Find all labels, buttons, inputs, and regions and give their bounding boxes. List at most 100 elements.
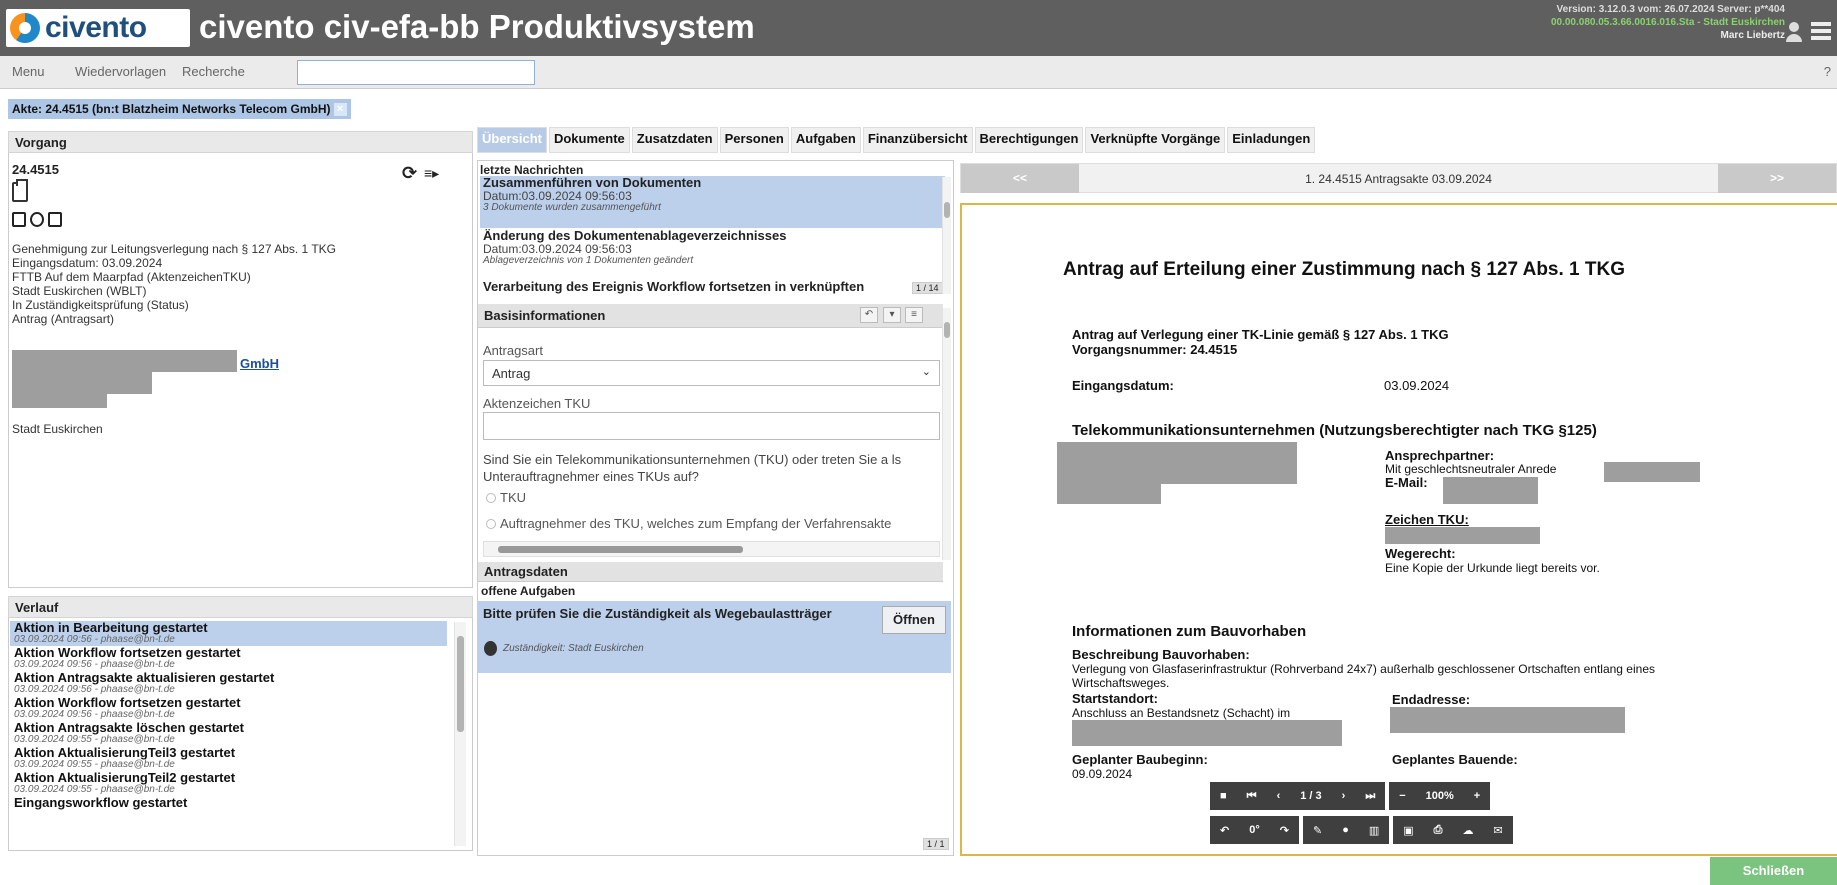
open-task-button[interactable]: Öffnen: [882, 606, 946, 634]
edit-icon[interactable]: ✎: [1303, 824, 1332, 837]
delete-icon[interactable]: ▥: [1359, 824, 1389, 837]
print-icon[interactable]: ⎙: [1424, 824, 1453, 837]
app-title: civento civ-efa-bb Produktivsystem: [199, 8, 755, 45]
list-item[interactable]: Aktion Antragsakte aktualisieren gestart…: [10, 671, 447, 696]
hamburger-menu-icon[interactable]: [1811, 22, 1831, 44]
list-item[interactable]: Aktion Workflow fortsetzen gestartet 03.0…: [10, 696, 447, 721]
tab-berechtigungen[interactable]: Berechtigungen: [974, 127, 1084, 153]
list-item[interactable]: Aktion AktualisierungTeil3 gestartet 03.0…: [10, 746, 447, 771]
scroll-thumb[interactable]: [944, 322, 950, 338]
user-icon[interactable]: [1785, 22, 1803, 44]
item-title: Aktion AktualisierungTeil2 gestartet: [14, 770, 236, 785]
radio-icon[interactable]: [486, 492, 496, 503]
rotate-left-icon[interactable]: ↶: [1210, 824, 1239, 837]
refresh-icon[interactable]: ⟳: [402, 163, 417, 184]
document-icon[interactable]: [48, 212, 62, 227]
eingang-value: 03.09.2024: [1384, 378, 1450, 393]
location-pin-icon: [484, 641, 497, 656]
undo-icon[interactable]: ↶: [860, 307, 878, 323]
message-item[interactable]: Verarbeitung des Ereignis Workflow forts…: [480, 280, 945, 296]
main-toolbar: Menu Wiedervorlagen Recherche ?: [0, 56, 1837, 89]
zoom-in-icon[interactable]: +: [1464, 790, 1490, 802]
vorgang-details: Genehmigung zur Leitungsverlegung nach §…: [12, 242, 336, 326]
close-tab-icon[interactable]: ×: [333, 102, 347, 116]
scroll-thumb[interactable]: [457, 636, 464, 732]
company-link[interactable]: GmbH: [240, 356, 279, 371]
beginn-label: Geplanter Baubeginn:: [1072, 752, 1208, 767]
stamp-icon[interactable]: ●: [1332, 824, 1359, 836]
message-item[interactable]: Änderung des Dokumentenablageverzeichnis…: [480, 229, 945, 279]
save-icon[interactable]: ▣: [1393, 824, 1423, 837]
globe-icon[interactable]: [30, 212, 44, 227]
antragsart-select[interactable]: Antrag ⌄: [483, 360, 940, 386]
sidebar-toggle-icon[interactable]: ■: [1210, 790, 1237, 802]
radio-icon[interactable]: [486, 518, 496, 529]
list-item[interactable]: Aktion in Bearbeitung gestartet 03.09.202…: [10, 621, 447, 646]
pdf-viewer: Antrag auf Erteilung einer Zustimmung na…: [960, 203, 1837, 856]
help-icon[interactable]: ?: [1824, 64, 1831, 79]
first-page-icon[interactable]: ⏮: [1237, 790, 1267, 803]
tab-uebersicht[interactable]: Übersicht: [477, 127, 547, 153]
email-label: E-Mail:: [1385, 475, 1428, 490]
bau-heading: Informationen zum Bauvorhaben: [1072, 623, 1307, 640]
rotate-right-icon[interactable]: ↷: [1270, 824, 1299, 837]
tab-einladungen[interactable]: Einladungen: [1227, 127, 1316, 153]
message-item[interactable]: Zusammenführen von Dokumenten Datum:03.0…: [480, 176, 945, 228]
lock-icon[interactable]: [12, 212, 26, 227]
aktenzeichen-input[interactable]: [483, 412, 940, 440]
item-title: Aktion in Bearbeitung gestartet: [14, 621, 208, 635]
recherche-button[interactable]: Recherche: [182, 64, 245, 79]
upload-icon[interactable]: ☁: [1452, 824, 1483, 837]
ende-label: Geplantes Bauende:: [1392, 752, 1518, 767]
search-input[interactable]: [297, 60, 535, 85]
radio-tku[interactable]: TKU: [486, 490, 526, 505]
rotation-value[interactable]: 0°: [1239, 824, 1270, 836]
list-item[interactable]: Eingangsworkflow gestartet: [10, 796, 447, 821]
page-indicator[interactable]: 1 / 3: [1290, 790, 1331, 802]
expand-all-icon[interactable]: ≡: [905, 307, 923, 323]
task-item[interactable]: Bitte prüfen Sie die Zuständigkeit als W…: [478, 601, 951, 673]
collapse-icon[interactable]: ▾: [883, 307, 901, 323]
form-scrollbar[interactable]: [942, 308, 951, 560]
akte-tab-label: Akte: 24.4515 (bn:t Blatzheim Networks T…: [12, 102, 331, 116]
list-item[interactable]: Aktion Workflow fortsetzen gestartet 03.0…: [10, 646, 447, 671]
next-document-button[interactable]: >>: [1718, 164, 1836, 193]
zoom-group: − 100% +: [1389, 782, 1491, 810]
wiedervorlagen-button[interactable]: Wiedervorlagen: [75, 64, 166, 79]
antragsart-label: Antragsart: [483, 343, 543, 358]
tab-finanzuebersicht[interactable]: Finanzübersicht: [862, 127, 973, 153]
doc-sub1: Antrag auf Verlegung einer TK-Linie gemä…: [1072, 327, 1449, 342]
list-item[interactable]: Aktion AktualisierungTeil2 gestartet 03.0…: [10, 771, 447, 796]
detail-line: Antrag (Antragsart): [12, 312, 115, 326]
tasks-pagination: 1 / 1: [923, 838, 949, 850]
vorgang-menu-icon[interactable]: ≡▸: [424, 165, 439, 182]
list-item[interactable]: Aktion Antragsakte löschen gestartet 03.0…: [10, 721, 447, 746]
messages-scrollbar[interactable]: [942, 177, 951, 294]
scroll-thumb[interactable]: [944, 202, 950, 218]
tab-verknuepfte-vorgaenge[interactable]: Verknüpfte Vorgänge: [1085, 127, 1226, 153]
close-button[interactable]: Schließen: [1710, 857, 1837, 885]
zoom-out-icon[interactable]: −: [1389, 790, 1415, 802]
last-page-icon[interactable]: ⏭: [1355, 790, 1385, 803]
tab-personen[interactable]: Personen: [719, 127, 789, 153]
next-page-icon[interactable]: ›: [1332, 790, 1356, 802]
tab-aufgaben[interactable]: Aufgaben: [790, 127, 861, 153]
menu-button[interactable]: Menu: [12, 64, 45, 79]
zoom-level[interactable]: 100%: [1416, 790, 1464, 802]
radio-auftragnehmer[interactable]: Auftragnehmer des TKU, welches zum Empfa…: [486, 516, 891, 531]
vorgang-number: 24.4515: [12, 162, 59, 177]
aufgaben-title: offene Aufgaben: [481, 584, 576, 598]
scroll-thumb[interactable]: [498, 546, 743, 553]
clipboard-icon[interactable]: [12, 179, 28, 202]
tab-zusatzdaten[interactable]: Zusatzdaten: [631, 127, 718, 153]
verlauf-scrollbar[interactable]: [454, 622, 466, 846]
document-tab-bar: Akte: 24.4515 (bn:t Blatzheim Networks T…: [0, 89, 1837, 124]
mail-icon[interactable]: ✉: [1483, 824, 1512, 837]
session-line: 00.00.080.05.3.66.0016.016.Sta - Stadt E…: [1550, 17, 1785, 28]
redacted-block: [1072, 720, 1342, 746]
akte-tab[interactable]: Akte: 24.4515 (bn:t Blatzheim Networks T…: [8, 99, 351, 119]
tku-heading: Telekommunikationsunternehmen (Nutzungsb…: [1072, 422, 1597, 439]
form-horizontal-scrollbar[interactable]: [483, 541, 940, 557]
tab-dokumente[interactable]: Dokumente: [548, 127, 630, 153]
previous-page-icon[interactable]: ‹: [1267, 790, 1291, 802]
